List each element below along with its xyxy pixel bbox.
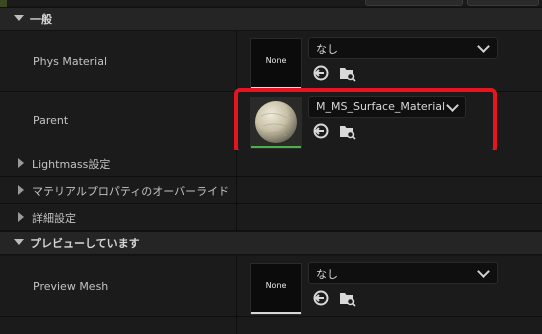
column-divider — [236, 177, 237, 203]
chevron-right-icon — [18, 158, 24, 168]
asset-thumbnail[interactable]: None — [250, 263, 302, 315]
browse-folder-icon[interactable] — [338, 64, 356, 82]
property-label: Preview Mesh — [33, 280, 109, 293]
property-label: Parent — [33, 114, 69, 127]
section-header-previewing[interactable]: プレビューしています — [0, 231, 542, 255]
browse-folder-icon[interactable] — [338, 289, 356, 307]
chevron-down-icon — [477, 40, 490, 53]
toolbar-button-right[interactable] — [467, 0, 539, 6]
group-label: 詳細設定 — [32, 212, 76, 225]
chevron-down-icon — [14, 239, 24, 245]
chevron-right-icon — [18, 212, 24, 222]
column-divider — [236, 317, 237, 334]
use-selected-asset-icon[interactable] — [312, 289, 330, 307]
column-divider — [236, 31, 237, 91]
chevron-right-icon — [18, 185, 24, 195]
group-material-property-overrides[interactable]: マテリアルプロパティのオーバーライド — [0, 177, 542, 204]
property-row-partial — [0, 317, 542, 334]
group-lightmass-settings[interactable]: Lightmass設定 — [0, 150, 542, 177]
column-divider — [236, 256, 237, 316]
use-selected-asset-icon[interactable] — [312, 64, 330, 82]
thumbnail-none-text: None — [265, 56, 287, 65]
top-toolbar-strip — [0, 0, 542, 6]
toolbar-button-left[interactable] — [365, 0, 463, 6]
preview-mesh-value: なし — [316, 268, 338, 281]
thumbnail-type-bar — [251, 312, 301, 314]
thumbnail-none-text: None — [265, 281, 287, 290]
property-row-preview-mesh: Preview Mesh None なし — [0, 256, 542, 317]
property-row-phys-material: Phys Material None なし — [0, 31, 542, 92]
asset-picker-combo[interactable]: なし — [308, 37, 498, 59]
column-divider — [236, 150, 237, 176]
chevron-down-icon — [14, 15, 24, 21]
group-label: マテリアルプロパティのオーバーライド — [32, 185, 230, 198]
chevron-down-icon — [477, 265, 490, 278]
section-title: 一般 — [30, 13, 52, 26]
preview-mesh-combo[interactable]: なし — [308, 262, 498, 284]
highlight-annotation — [234, 88, 497, 154]
column-divider — [236, 204, 237, 230]
property-label: Phys Material — [33, 55, 108, 68]
asset-picker-value: なし — [316, 43, 338, 56]
asset-thumbnail[interactable]: None — [250, 38, 302, 90]
group-label: Lightmass設定 — [32, 158, 111, 171]
section-header-general[interactable]: 一般 — [0, 7, 542, 31]
section-title: プレビューしています — [30, 237, 140, 250]
group-advanced-settings[interactable]: 詳細設定 — [0, 204, 542, 231]
